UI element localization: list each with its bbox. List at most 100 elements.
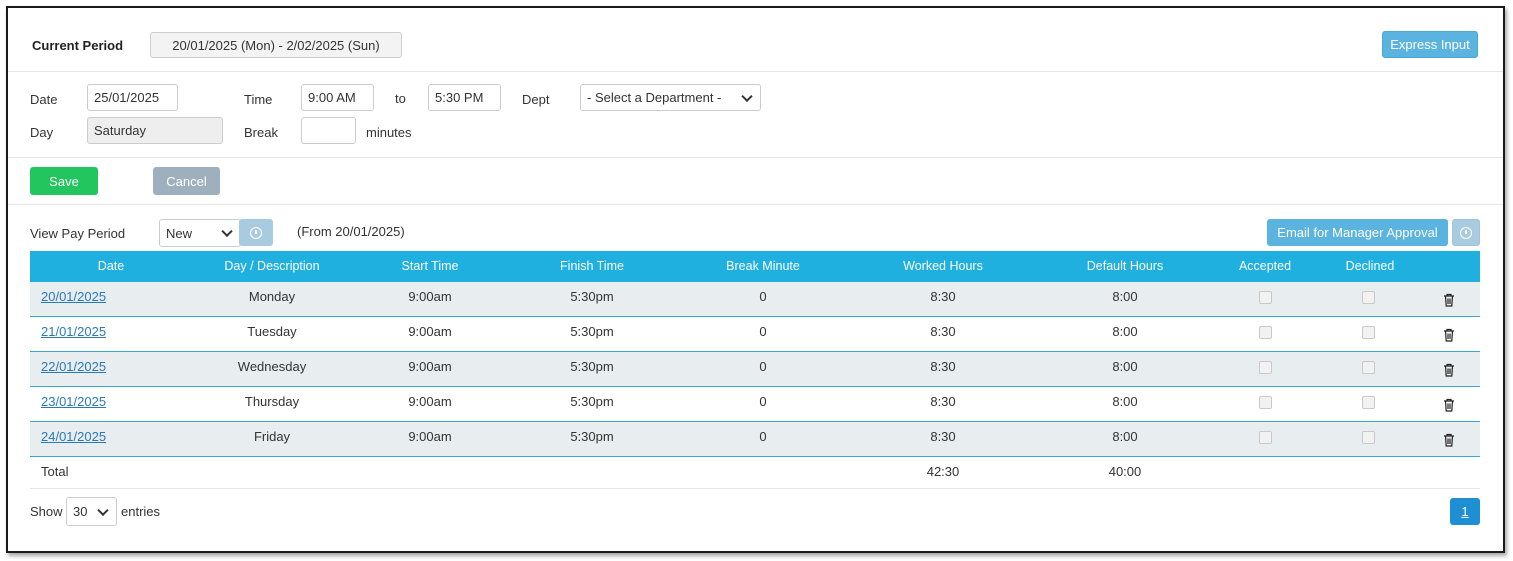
row-break: 0	[759, 429, 767, 444]
break-label: Break	[244, 125, 278, 140]
minutes-label: minutes	[366, 125, 412, 140]
row-start: 9:00am	[408, 324, 452, 339]
trash-icon[interactable]	[1443, 398, 1455, 412]
accepted-checkbox[interactable]	[1259, 431, 1272, 444]
row-break: 0	[759, 394, 767, 409]
accepted-checkbox[interactable]	[1259, 361, 1272, 374]
row-break: 0	[759, 289, 767, 304]
date-input[interactable]: 25/01/2025	[87, 84, 178, 111]
row-start: 9:00am	[408, 359, 452, 374]
department-select[interactable]: - Select a Department -	[580, 84, 761, 111]
trash-icon[interactable]	[1443, 293, 1455, 307]
column-header-worked: Worked Hours	[903, 259, 983, 273]
row-day: Friday	[253, 429, 291, 444]
declined-checkbox[interactable]	[1362, 326, 1375, 339]
row-finish: 5:30pm	[570, 394, 614, 409]
pay-period-info-button[interactable]	[239, 219, 273, 246]
declined-checkbox[interactable]	[1362, 431, 1375, 444]
dept-label: Dept	[522, 92, 550, 107]
chevron-down-icon	[741, 90, 753, 102]
express-input-button[interactable]: Express Input	[1382, 31, 1478, 58]
save-button[interactable]: Save	[30, 167, 98, 195]
total-worked: 42:30	[926, 464, 960, 479]
declined-checkbox[interactable]	[1362, 291, 1375, 304]
row-start: 9:00am	[408, 289, 452, 304]
pay-period-select[interactable]: New	[159, 219, 241, 247]
declined-checkbox[interactable]	[1362, 396, 1375, 409]
table-row: 21/01/2025 Tuesday 9:00am 5:30pm 0 8:30 …	[30, 317, 1480, 352]
email-info-button[interactable]	[1452, 219, 1480, 246]
row-default: 8:00	[1112, 324, 1138, 339]
column-header-finish: Finish Time	[560, 259, 624, 273]
cancel-button[interactable]: Cancel	[153, 167, 220, 195]
info-icon	[1460, 226, 1472, 239]
chevron-down-icon	[97, 504, 109, 516]
row-day: Wednesday	[237, 359, 307, 374]
accepted-checkbox[interactable]	[1259, 326, 1272, 339]
column-header-day: Day / Description	[224, 259, 320, 273]
row-worked: 8:30	[930, 359, 956, 374]
pagination-page-1[interactable]: 1	[1450, 498, 1480, 525]
column-header-default: Default Hours	[1086, 259, 1164, 273]
divider	[8, 157, 1503, 158]
row-default: 8:00	[1112, 289, 1138, 304]
current-period-value: 20/01/2025 (Mon) - 2/02/2025 (Sun)	[150, 32, 402, 58]
row-date-link[interactable]: 21/01/2025	[41, 317, 141, 351]
row-worked: 8:30	[930, 429, 956, 444]
table-row: 22/01/2025 Wednesday 9:00am 5:30pm 0 8:3…	[30, 352, 1480, 387]
entries-select-value: 30	[73, 504, 88, 519]
table-row: 20/01/2025 Monday 9:00am 5:30pm 0 8:30 8…	[30, 282, 1480, 317]
date-label: Date	[30, 92, 58, 107]
row-finish: 5:30pm	[570, 324, 614, 339]
timesheet-panel: Current Period 20/01/2025 (Mon) - 2/02/2…	[6, 6, 1505, 553]
row-break: 0	[759, 324, 767, 339]
total-default: 40:00	[1108, 464, 1142, 479]
break-input[interactable]	[301, 117, 356, 144]
declined-checkbox[interactable]	[1362, 361, 1375, 374]
entries-select[interactable]: 30	[66, 497, 117, 526]
row-worked: 8:30	[930, 394, 956, 409]
table-row: 23/01/2025 Thursday 9:00am 5:30pm 0 8:30…	[30, 387, 1480, 422]
column-header-declined: Declined	[1345, 259, 1395, 273]
row-day: Tuesday	[247, 324, 297, 339]
trash-icon[interactable]	[1443, 328, 1455, 342]
chevron-down-icon	[221, 225, 233, 238]
start-time-input[interactable]: 9:00 AM	[301, 84, 374, 111]
row-date-link[interactable]: 24/01/2025	[41, 422, 141, 456]
row-default: 8:00	[1112, 359, 1138, 374]
row-worked: 8:30	[930, 324, 956, 339]
table-row: 24/01/2025 Friday 9:00am 5:30pm 0 8:30 8…	[30, 422, 1480, 457]
divider	[8, 71, 1503, 72]
row-finish: 5:30pm	[570, 289, 614, 304]
info-icon	[250, 226, 262, 239]
accepted-checkbox[interactable]	[1259, 291, 1272, 304]
day-field: Saturday	[87, 117, 223, 144]
row-date-link[interactable]: 20/01/2025	[41, 282, 141, 316]
total-label: Total	[41, 464, 69, 479]
column-header-start: Start Time	[401, 259, 459, 273]
table-header: Date Day / Description Start Time Finish…	[30, 251, 1480, 282]
row-day: Thursday	[244, 394, 300, 409]
department-select-value: - Select a Department -	[587, 90, 722, 105]
current-period-label: Current Period	[32, 38, 124, 53]
email-manager-approval-button[interactable]: Email for Manager Approval	[1267, 219, 1448, 246]
divider	[8, 204, 1503, 205]
day-label: Day	[30, 125, 54, 140]
row-break: 0	[759, 359, 767, 374]
row-finish: 5:30pm	[570, 429, 614, 444]
row-start: 9:00am	[408, 429, 452, 444]
column-header-accepted: Accepted	[1238, 259, 1292, 273]
time-label: Time	[244, 92, 273, 107]
row-date-link[interactable]: 22/01/2025	[41, 352, 141, 386]
accepted-checkbox[interactable]	[1259, 396, 1272, 409]
end-time-input[interactable]: 5:30 PM	[428, 84, 501, 111]
row-date-link[interactable]: 23/01/2025	[41, 387, 141, 421]
trash-icon[interactable]	[1443, 433, 1455, 447]
total-row: Total 42:30 40:00	[30, 457, 1480, 489]
view-pay-period-label: View Pay Period	[30, 226, 126, 241]
row-day: Monday	[248, 289, 296, 304]
to-label: to	[395, 91, 406, 106]
row-start: 9:00am	[408, 394, 452, 409]
row-default: 8:00	[1112, 394, 1138, 409]
trash-icon[interactable]	[1443, 363, 1455, 377]
